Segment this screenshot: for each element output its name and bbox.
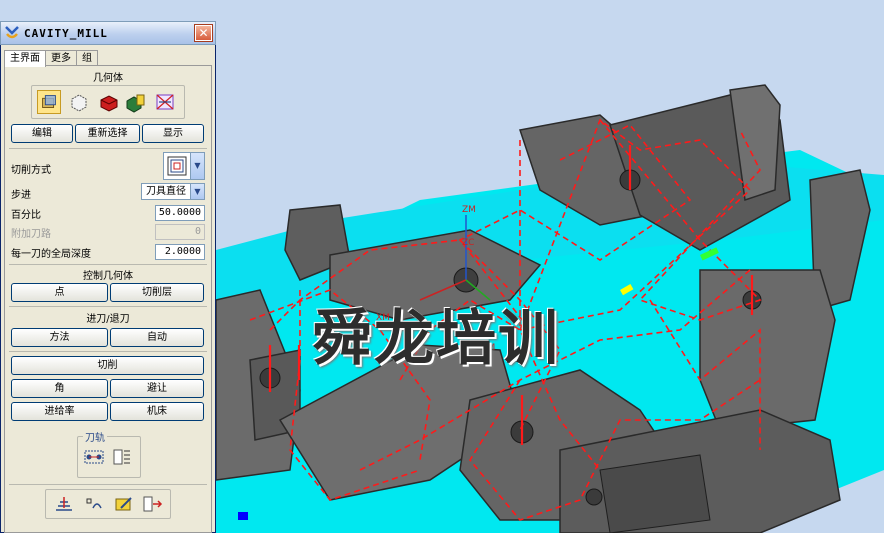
tab-more[interactable]: 更多 — [45, 50, 77, 66]
app-window: ZM ZC XM YM 舜龙培训 CAVITY_MILL ✕ 主界面 更多 组 … — [0, 0, 884, 533]
list-toolpath-icon[interactable] — [111, 447, 133, 467]
cut-pattern-label: 切削方式 — [11, 165, 51, 176]
tab-panel: 几何体 编辑 重新选择 显示 切削方式 ▼ 步进 刀具直径 ▼ 百分比 50.0… — [4, 65, 212, 533]
percent-label: 百分比 — [11, 210, 41, 221]
geometry-icon[interactable] — [37, 90, 61, 114]
output-icon[interactable] — [141, 494, 163, 514]
chevron-down-icon: ▼ — [190, 153, 204, 179]
separator — [9, 484, 207, 485]
close-button[interactable]: ✕ — [194, 24, 213, 42]
tab-main[interactable]: 主界面 — [4, 50, 46, 67]
separator — [9, 148, 207, 149]
separator — [9, 306, 207, 307]
method-button[interactable]: 方法 — [11, 328, 108, 347]
cut-levels-button[interactable]: 切削层 — [110, 283, 204, 302]
percent-input[interactable]: 50.0000 — [155, 205, 205, 221]
close-icon: ✕ — [198, 26, 209, 40]
engage-retract-title: 进刀/退刀 — [86, 314, 130, 325]
reselect-button[interactable]: 重新选择 — [75, 124, 140, 143]
edit-button[interactable]: 编辑 — [11, 124, 73, 143]
path-settings-icon[interactable] — [83, 494, 105, 514]
stepover-select[interactable]: 刀具直径 ▼ — [141, 183, 205, 200]
global-depth-label: 每一刀的全局深度 — [11, 249, 91, 260]
generate-toolpath-icon[interactable] — [83, 447, 105, 467]
blank-icon[interactable] — [97, 90, 121, 114]
part-icon[interactable] — [67, 90, 91, 114]
separator — [9, 351, 207, 352]
dialog-titlebar[interactable]: CAVITY_MILL ✕ — [0, 21, 216, 45]
cutting-button[interactable]: 切削 — [11, 356, 204, 375]
points-button[interactable]: 点 — [11, 283, 108, 302]
cut-pattern-select[interactable]: ▼ — [163, 152, 205, 180]
follow-part-icon — [167, 156, 187, 176]
trim-icon[interactable] — [153, 90, 177, 114]
control-geometry-title: 控制几何体 — [83, 271, 133, 282]
separator — [9, 264, 207, 265]
watermark-logo: 舜龙培训 — [312, 304, 560, 374]
stepover-value: 刀具直径 — [146, 186, 186, 197]
machine-button[interactable]: 机床 — [110, 402, 204, 421]
extra-passes-input: 0 — [155, 224, 205, 240]
tab-strip: 主界面 更多 组 — [4, 50, 98, 67]
dialog-title: CAVITY_MILL — [24, 26, 108, 40]
feeds-button[interactable]: 进给率 — [11, 402, 108, 421]
display-button[interactable]: 显示 — [142, 124, 204, 143]
geometry-section-title: 几何体 — [93, 73, 123, 84]
edit-display-icon[interactable] — [113, 494, 135, 514]
global-depth-input[interactable]: 2.0000 — [155, 244, 205, 260]
tab-group[interactable]: 组 — [76, 50, 98, 66]
tool-icon[interactable] — [53, 494, 75, 514]
app-logo-icon — [5, 26, 19, 39]
chevron-down-icon: ▼ — [190, 184, 204, 199]
axis-label-zm: ZM — [462, 205, 476, 215]
corner-button[interactable]: 角 — [11, 379, 108, 398]
extra-passes-label: 附加刀路 — [11, 229, 51, 240]
stepover-label: 步进 — [11, 190, 31, 201]
avoidance-button[interactable]: 避让 — [110, 379, 204, 398]
axis-label-zc: ZC — [462, 238, 475, 248]
automatic-button[interactable]: 自动 — [110, 328, 204, 347]
check-icon[interactable] — [123, 90, 147, 114]
toolpath-title: 刀轨 — [83, 429, 107, 444]
